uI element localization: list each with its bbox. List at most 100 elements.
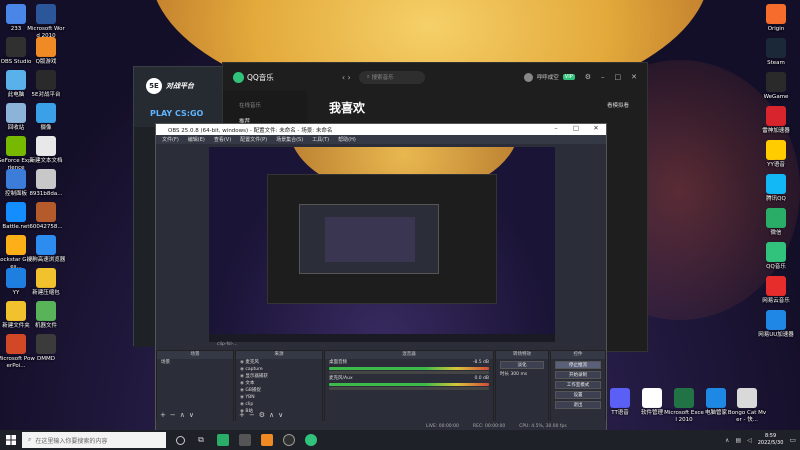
source-item[interactable]: ◉ clip bbox=[236, 401, 322, 408]
recycle-bin-icon bbox=[6, 103, 26, 123]
desktop-shortcut[interactable]: 雷神加速器 bbox=[756, 106, 796, 135]
source-item[interactable]: ◉ GB捕捉 bbox=[236, 387, 322, 394]
yy-icon bbox=[6, 268, 26, 288]
geforce-icon bbox=[6, 136, 26, 156]
desktop-shortcut-label: 新建文本文档 bbox=[29, 158, 63, 164]
obs-studio-taskbar-icon[interactable] bbox=[283, 434, 295, 446]
obs-menu-item[interactable]: 帮助(H) bbox=[338, 136, 356, 143]
obs-menu-item[interactable]: 查看(V) bbox=[214, 136, 231, 143]
qq-music-taskbar-icon[interactable] bbox=[305, 434, 317, 446]
obs-docks: 场景 场景 + − ∧ ∨ 来源 ◉ 麦克风 ◉ capture ◉ 显示器捕获 ◉ … bbox=[156, 350, 606, 422]
notification-icon[interactable]: ▭ bbox=[789, 436, 796, 444]
desktop-shortcut-label: DMMD bbox=[37, 356, 55, 362]
5e-logo-icon: 5E bbox=[146, 78, 162, 94]
minimize-icon[interactable]: – bbox=[546, 124, 566, 132]
obs-control-button[interactable]: 设置 bbox=[555, 391, 601, 399]
obs-titlebar[interactable]: OBS 25.0.8 (64-bit, windows) - 配置文件: 未命名… bbox=[156, 124, 606, 135]
source-down-button[interactable]: ∨ bbox=[278, 411, 283, 419]
obs-menu-item[interactable]: 文件(F) bbox=[162, 136, 179, 143]
desktop-shortcut-label: QQ音乐 bbox=[766, 264, 786, 270]
volume-slider[interactable] bbox=[329, 387, 489, 390]
scene-down-button[interactable]: ∨ bbox=[189, 411, 194, 419]
volume-icon[interactable]: ◁ bbox=[747, 437, 752, 444]
obs-menu-item[interactable]: 配置文件(P) bbox=[240, 136, 267, 143]
qq-music-icon bbox=[766, 242, 786, 262]
desktop-shortcut[interactable]: 机器文件 bbox=[26, 301, 66, 330]
obs-menu-item[interactable]: 场景集合(S) bbox=[276, 136, 303, 143]
desktop-shortcut[interactable]: QQ音乐 bbox=[756, 242, 796, 271]
camera-icon bbox=[36, 103, 56, 123]
desktop-shortcut[interactable]: Steam bbox=[756, 38, 796, 67]
source-up-button[interactable]: ∧ bbox=[269, 411, 274, 419]
tray-overflow-icon[interactable]: ∧ bbox=[725, 437, 729, 444]
obs-menu-item[interactable]: 工具(T) bbox=[312, 136, 329, 143]
maximize-icon[interactable]: □ bbox=[566, 124, 586, 132]
obs-control-button[interactable]: 退出 bbox=[555, 401, 601, 409]
desktop-shortcut[interactable]: YY语音 bbox=[756, 140, 796, 169]
gear-icon[interactable]: ⚙ bbox=[259, 411, 265, 419]
desktop-shortcut[interactable]: WeGame bbox=[756, 72, 796, 101]
image-file-icon bbox=[36, 202, 56, 222]
desktop-shortcut[interactable]: 腾讯QQ bbox=[756, 174, 796, 203]
desktop-shortcut[interactable]: Q版游戏 bbox=[26, 37, 66, 66]
desktop-shortcut[interactable]: 网易UU加速器 bbox=[756, 310, 796, 339]
source-name: clip bbox=[245, 402, 254, 407]
obs-control-button[interactable]: 开始录制 bbox=[555, 371, 601, 379]
desktop-shortcut[interactable]: DMMD bbox=[26, 334, 66, 363]
obs-preview-canvas[interactable]: 我喜欢 bbox=[209, 147, 555, 342]
desktop-shortcut[interactable]: 微信 bbox=[756, 208, 796, 237]
desktop-shortcut[interactable]: Origin bbox=[756, 4, 796, 33]
source-item[interactable]: ◉ capture bbox=[236, 366, 322, 373]
close-icon[interactable]: ✕ bbox=[631, 73, 637, 81]
remove-scene-button[interactable]: − bbox=[170, 411, 176, 419]
desktop-shortcut[interactable]: 网易云音乐 bbox=[756, 276, 796, 305]
task-view-icon[interactable]: ⧉ bbox=[195, 434, 207, 446]
software-manager-icon bbox=[642, 388, 662, 408]
obs-taskbar-icon[interactable] bbox=[239, 434, 251, 446]
network-icon[interactable]: ▤ bbox=[735, 437, 741, 444]
duration-input[interactable]: 300 ms bbox=[510, 372, 527, 377]
obs-control-button[interactable]: 停止推流 bbox=[555, 361, 601, 369]
source-item[interactable]: ◉ 文本 bbox=[236, 380, 322, 387]
remove-source-button[interactable]: − bbox=[249, 411, 255, 419]
game-taskbar-icon[interactable] bbox=[261, 434, 273, 446]
volume-slider[interactable] bbox=[329, 371, 489, 374]
desktop-shortcut[interactable]: 新建文本文档 bbox=[26, 136, 66, 165]
close-icon[interactable]: ✕ bbox=[586, 124, 606, 132]
desktop-shortcut[interactable]: 8931b8da... bbox=[26, 169, 66, 198]
source-item[interactable]: ◉ 麦克风 bbox=[236, 359, 322, 366]
maximize-icon[interactable]: □ bbox=[615, 73, 622, 81]
qq-music-nav-arrows[interactable]: ‹ › bbox=[342, 73, 351, 82]
minimize-icon[interactable]: – bbox=[601, 73, 605, 81]
desktop-shortcut[interactable]: Bongo Cat Mver - 快... bbox=[727, 388, 767, 424]
cortana-icon[interactable] bbox=[176, 435, 185, 445]
desktop-shortcut[interactable]: 搜狗高速浏览器 bbox=[26, 235, 66, 264]
qq-music-search-input[interactable]: ⌕ 搜索音乐 bbox=[358, 70, 425, 84]
desktop-shortcut[interactable]: 新建压缩包 bbox=[26, 268, 66, 297]
qq-music-user[interactable]: 呼呼成空 VIP ⚙ – □ ✕ bbox=[523, 72, 637, 82]
transitions-header: 转场特效 bbox=[496, 351, 548, 359]
add-source-button[interactable]: + bbox=[239, 411, 245, 419]
settings-icon[interactable]: ⚙ bbox=[585, 73, 591, 81]
avatar[interactable] bbox=[523, 72, 533, 82]
desktop-shortcut[interactable]: 5E对战平台 bbox=[26, 70, 66, 99]
scene-up-button[interactable]: ∧ bbox=[180, 411, 185, 419]
scene-item[interactable]: 场景 bbox=[157, 359, 233, 366]
source-item[interactable]: ◉ YBN bbox=[236, 394, 322, 401]
taskbar-clock[interactable]: 8:59 2022/5/30 bbox=[758, 433, 784, 447]
source-item[interactable]: ◉ 显示器捕获 bbox=[236, 373, 322, 380]
add-scene-button[interactable]: + bbox=[160, 411, 166, 419]
obs-status-item: LIVE: 00:00:00 bbox=[426, 424, 459, 429]
desktop-shortcut[interactable]: 60042758... bbox=[26, 202, 66, 231]
taskbar-search-input[interactable]: ⌕ 在这里输入你要搜索的内容 bbox=[22, 432, 166, 448]
wechat-icon[interactable] bbox=[217, 434, 229, 446]
obs-menu-item[interactable]: 编辑(E) bbox=[188, 136, 205, 143]
qq-music-view-toggle[interactable]: 看模拟看 bbox=[607, 101, 629, 109]
play-game-label[interactable]: PLAY CS:GO bbox=[150, 109, 203, 118]
desktop-shortcut[interactable]: Microsoft Word 2010 bbox=[26, 4, 66, 40]
obs-window[interactable]: OBS 25.0.8 (64-bit, windows) - 配置文件: 未命名… bbox=[155, 123, 607, 433]
transition-type-select[interactable]: 淡化 bbox=[500, 361, 544, 369]
obs-control-button[interactable]: 工作室模式 bbox=[555, 381, 601, 389]
windows-start-button[interactable] bbox=[0, 430, 22, 450]
desktop-shortcut[interactable]: 摄像 bbox=[26, 103, 66, 132]
